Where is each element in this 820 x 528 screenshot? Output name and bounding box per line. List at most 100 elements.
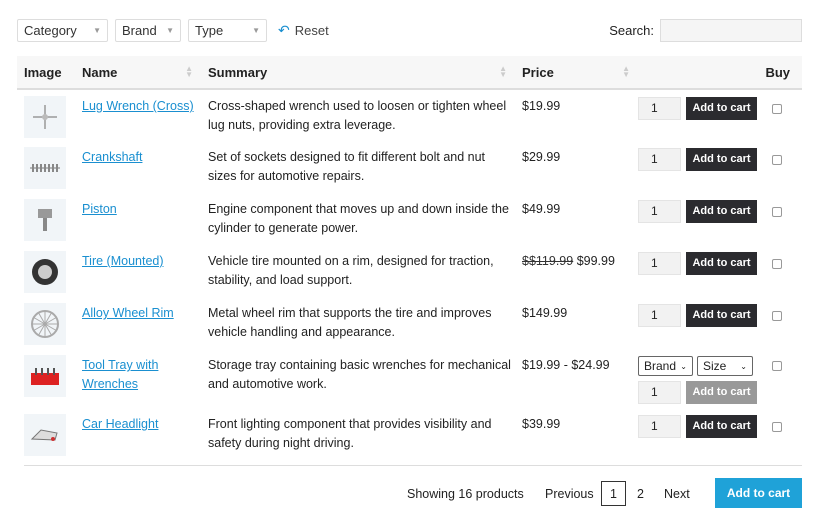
buy-checkbox[interactable] [772, 155, 782, 165]
col-name-label: Name [82, 64, 118, 80]
product-name-link[interactable]: Car Headlight [82, 417, 158, 431]
product-name-link[interactable]: Alloy Wheel Rim [82, 306, 174, 320]
add-to-cart-button[interactable]: Add to cart [686, 200, 757, 223]
col-buy: Buy [765, 64, 790, 80]
table-row: Tool Tray with Wrenches Storage tray cont… [17, 349, 802, 408]
sort-icon: ▲ ▼ [185, 64, 193, 79]
brand-filter[interactable]: Brand ▼ [115, 19, 181, 42]
filters: Category ▼ Brand ▼ Type ▼ ↶ Reset [17, 19, 329, 42]
search-input[interactable] [660, 19, 802, 42]
buy-checkbox[interactable] [772, 207, 782, 217]
table-row: Tire (Mounted) Vehicle tire mounted on a … [17, 245, 802, 297]
reset-button[interactable]: ↶ Reset [278, 22, 329, 39]
quantity-input[interactable]: 1 [638, 304, 681, 327]
product-name-link[interactable]: Piston [82, 202, 117, 216]
product-image[interactable] [24, 96, 66, 138]
quantity-input[interactable]: 1 [638, 252, 681, 275]
products-table: Image Name ▲ ▼ Summary ▲ ▼ Price ▲ ▼ Buy Lug W… [17, 56, 802, 460]
sale-price: $99.99 [576, 254, 615, 268]
buy-checkbox[interactable] [772, 259, 782, 269]
undo-icon: ↶ [278, 22, 290, 38]
add-to-cart-button[interactable]: Add to cart [686, 304, 757, 327]
brand-label: Brand [122, 23, 157, 38]
buy-checkbox[interactable] [772, 361, 782, 371]
next-page[interactable]: Next [664, 487, 690, 501]
add-to-cart-button[interactable]: Add to cart [686, 97, 757, 120]
table-header: Image Name ▲ ▼ Summary ▲ ▼ Price ▲ ▼ Buy [17, 56, 802, 89]
quantity-input[interactable]: 1 [638, 415, 681, 438]
product-image[interactable] [24, 303, 66, 345]
caret-down-icon: ▼ [166, 26, 174, 35]
add-selected-to-cart-button[interactable]: Add to cart [715, 478, 802, 508]
price: $149.99 [522, 306, 568, 320]
product-summary: Front lighting component that provides v… [208, 417, 492, 450]
product-summary: Storage tray containing basic wrenches f… [208, 358, 511, 391]
price: $39.99 [522, 417, 561, 431]
type-filter[interactable]: Type ▼ [188, 19, 267, 42]
col-price[interactable]: Price ▲ ▼ [515, 56, 638, 89]
table-row: Lug Wrench (Cross) Cross-shaped wrench us… [17, 89, 802, 141]
product-summary: Set of sockets designed to fit different… [208, 150, 486, 183]
buy-checkbox[interactable] [772, 104, 782, 114]
buy-checkbox[interactable] [772, 311, 782, 321]
add-to-cart-button[interactable]: Add to cart [686, 148, 757, 171]
col-summary-label: Summary [208, 64, 268, 80]
product-name-link[interactable]: Lug Wrench (Cross) [82, 99, 194, 113]
product-summary: Cross-shaped wrench used to loosen or ti… [208, 99, 507, 132]
sort-icon: ▲ ▼ [499, 64, 507, 79]
add-to-cart-button[interactable]: Add to cart [686, 381, 757, 404]
table-row: Crankshaft Set of sockets designed to fit… [17, 141, 802, 193]
product-image[interactable] [24, 355, 66, 397]
add-to-cart-button[interactable]: Add to cart [686, 415, 757, 438]
col-name[interactable]: Name ▲ ▼ [75, 56, 201, 89]
quantity-input[interactable]: 1 [638, 200, 681, 223]
product-image[interactable] [24, 199, 66, 241]
col-price-label: Price [522, 64, 554, 80]
caret-down-icon: ▼ [93, 26, 101, 35]
table-row: Car Headlight Front lighting component th… [17, 408, 802, 460]
search: Search: [609, 19, 802, 42]
buy-checkbox[interactable] [772, 422, 782, 432]
chevron-down-icon: ⌄ [680, 361, 687, 371]
variant-brand-select[interactable]: Brand ⌄ [638, 356, 693, 376]
product-price: $19.99 - $24.99 [515, 349, 638, 408]
product-image[interactable] [24, 147, 66, 189]
col-summary[interactable]: Summary ▲ ▼ [201, 56, 515, 89]
variant-size-select[interactable]: Size ⌄ [697, 356, 753, 376]
add-to-cart-button[interactable]: Add to cart [686, 252, 757, 275]
product-price: $19.99 [515, 89, 638, 141]
divider [24, 465, 802, 466]
price: $49.99 [522, 202, 561, 216]
table-row: Piston Engine component that moves up and… [17, 193, 802, 245]
old-price: $$119.99 [522, 254, 574, 268]
previous-page[interactable]: Previous [545, 487, 594, 501]
product-summary: Metal wheel rim that supports the tire a… [208, 306, 492, 339]
product-image[interactable] [24, 251, 66, 293]
category-filter[interactable]: Category ▼ [17, 19, 108, 42]
sort-icon: ▲ ▼ [622, 64, 630, 79]
caret-down-icon: ▼ [252, 26, 260, 35]
product-summary: Vehicle tire mounted on a rim, designed … [208, 254, 494, 287]
page-1[interactable]: 1 [601, 481, 626, 506]
product-price: $39.99 [515, 408, 638, 460]
product-price: $$119.99 $99.99 [515, 245, 638, 297]
category-label: Category [24, 23, 77, 38]
product-name-link[interactable]: Tool Tray with Wrenches [82, 358, 158, 391]
product-price: $29.99 [515, 141, 638, 193]
quantity-input[interactable]: 1 [638, 381, 681, 404]
product-image[interactable] [24, 414, 66, 456]
reset-label: Reset [294, 23, 329, 38]
product-name-link[interactable]: Crankshaft [82, 150, 142, 164]
product-name-link[interactable]: Tire (Mounted) [82, 254, 164, 268]
col-image: Image [24, 64, 62, 80]
price: $19.99 [522, 99, 561, 113]
quantity-input[interactable]: 1 [638, 148, 681, 171]
page-2[interactable]: 2 [637, 487, 644, 501]
chevron-down-icon: ⌄ [740, 361, 747, 371]
product-summary: Engine component that moves up and down … [208, 202, 509, 235]
quantity-input[interactable]: 1 [638, 97, 681, 120]
product-price: $49.99 [515, 193, 638, 245]
search-label: Search: [609, 23, 654, 38]
type-label: Type [195, 23, 224, 38]
price: $19.99 - $24.99 [522, 358, 610, 372]
